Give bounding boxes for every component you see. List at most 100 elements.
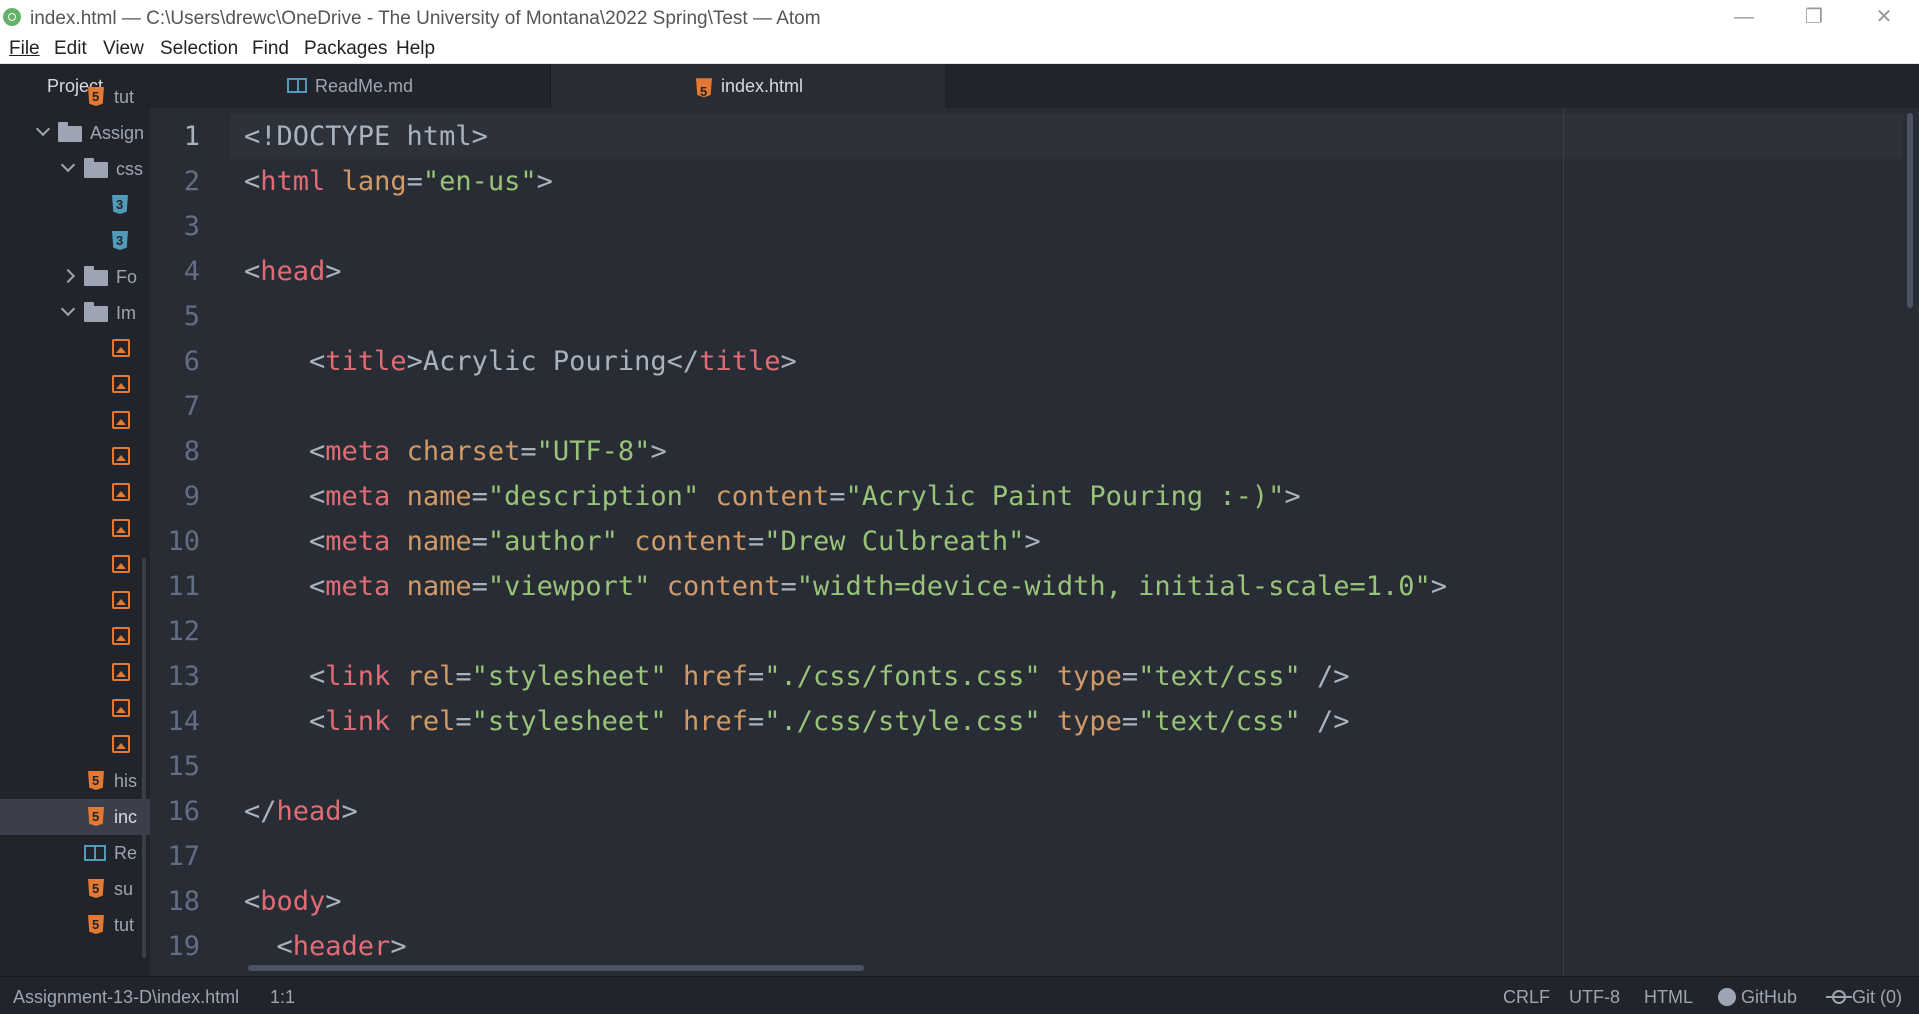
code-line[interactable]: <meta name="author" content="Drew Culbre…	[244, 519, 1041, 564]
code-line[interactable]: <link rel="stylesheet" href="./css/style…	[244, 699, 1350, 744]
tree-file[interactable]: su	[0, 871, 150, 907]
git-label: Git (0)	[1852, 987, 1903, 1007]
window-title: index.html — C:\Users\drewc\OneDrive - T…	[30, 8, 821, 29]
cursor-position-status[interactable]: 1:1	[270, 987, 295, 1008]
code-line[interactable]: <header>	[244, 924, 407, 969]
tree-file[interactable]: tut	[0, 79, 150, 115]
tab-index-html[interactable]: index.html	[551, 64, 945, 108]
vertical-scrollbar[interactable]	[1907, 113, 1913, 308]
chevron-down-icon[interactable]	[60, 301, 76, 317]
github-label: GitHub	[1741, 987, 1798, 1007]
tree-file[interactable]	[0, 403, 150, 439]
line-number: 6	[183, 346, 200, 377]
tree-folder[interactable]: Fo	[0, 259, 150, 295]
tree-file[interactable]: Re	[0, 835, 150, 871]
code-token: >	[1284, 481, 1301, 512]
file-path-status[interactable]: Assignment-13-D\index.html	[13, 987, 239, 1008]
tree-file[interactable]	[0, 187, 150, 223]
tree-file[interactable]	[0, 619, 150, 655]
code-line[interactable]: <head>	[244, 249, 342, 294]
git-status[interactable]: Git (0)	[1826, 987, 1903, 1008]
menu-find[interactable]: Find	[252, 38, 289, 60]
code-token: "Acrylic Paint Pouring :-)"	[845, 481, 1285, 512]
tree-file[interactable]: tut	[0, 907, 150, 943]
github-status[interactable]: GitHub	[1718, 987, 1797, 1008]
code-line[interactable]: </head>	[244, 789, 358, 834]
tree-file[interactable]	[0, 583, 150, 619]
code-token: />	[1300, 706, 1350, 737]
line-number-gutter[interactable]: 1 2 3 4 5 6 7 8 9 10 11 12 13 14 15 16 17 18 19	[150, 108, 230, 976]
line-ending-status[interactable]: CRLF	[1503, 987, 1550, 1008]
code-token: "stylesheet"	[471, 706, 667, 737]
code-line[interactable]: <meta charset="UTF-8">	[244, 429, 667, 474]
code-token: head	[260, 256, 326, 287]
tree-folder[interactable]: Im	[0, 295, 150, 331]
minimize-button[interactable]: —	[1709, 0, 1779, 34]
code-token: meta	[325, 571, 391, 602]
code-line[interactable]: <!DOCTYPE html>	[244, 114, 488, 159]
tree-file[interactable]	[0, 655, 150, 691]
code-token: >	[780, 346, 797, 377]
tab-readme[interactable]: ReadMe.md	[150, 64, 551, 108]
code-token: header	[292, 931, 391, 962]
code-token: <	[244, 886, 261, 917]
code-line[interactable]: <html lang="en-us">	[244, 159, 553, 204]
code-token: "text/css"	[1138, 706, 1301, 737]
chevron-down-icon[interactable]	[35, 121, 51, 137]
code-token: meta	[325, 526, 391, 557]
tree-file[interactable]	[0, 691, 150, 727]
horizontal-scrollbar[interactable]	[248, 965, 864, 971]
close-button[interactable]: ✕	[1849, 0, 1919, 34]
code-line[interactable]: <link rel="stylesheet" href="./css/fonts…	[244, 654, 1350, 699]
line-number: 9	[183, 481, 200, 512]
menu-selection[interactable]: Selection	[160, 38, 238, 60]
tree-file[interactable]	[0, 439, 150, 475]
tree-file[interactable]	[0, 511, 150, 547]
menu-view[interactable]: View	[103, 38, 144, 60]
tree-folder[interactable]: Assign	[0, 115, 150, 151]
tree-file[interactable]: inc	[0, 799, 150, 835]
code-line[interactable]: <meta name="viewport" content="width=dev…	[244, 564, 1447, 609]
code-token: "./css/style.css"	[764, 706, 1041, 737]
menu-find-label: Find	[252, 38, 289, 59]
tree-file[interactable]	[0, 367, 150, 403]
tree-file[interactable]: his	[0, 763, 150, 799]
tree-item-label: his	[114, 771, 138, 791]
tree-folder[interactable]: css	[0, 151, 150, 187]
menu-help[interactable]: Help	[396, 38, 435, 60]
code-line[interactable]: <body>	[244, 879, 342, 924]
code-token: meta	[325, 436, 391, 467]
chevron-right-icon[interactable]	[60, 268, 76, 284]
code-token: =	[471, 526, 488, 557]
tree-file[interactable]	[0, 727, 150, 763]
sidebar-scrollbar[interactable]	[142, 558, 146, 958]
code-token: <	[244, 706, 326, 737]
tree-file[interactable]	[0, 547, 150, 583]
tree-file[interactable]	[0, 223, 150, 259]
code-token: </	[244, 796, 277, 827]
code-line[interactable]: <title>Acrylic Pouring</title>	[244, 339, 797, 384]
code-token: =	[748, 661, 765, 692]
image-file-icon	[112, 483, 130, 501]
code-line[interactable]: <meta name="description" content="Acryli…	[244, 474, 1301, 519]
tree-file[interactable]	[0, 331, 150, 367]
chevron-down-icon[interactable]	[60, 157, 76, 173]
code-token: <	[244, 436, 326, 467]
code-editor[interactable]: 1 2 3 4 5 6 7 8 9 10 11 12 13 14 15 16 17 18 19 <!DOCTYPE …	[150, 108, 1919, 976]
tree-file[interactable]	[0, 475, 150, 511]
menu-edit[interactable]: Edit	[54, 38, 87, 60]
image-file-icon	[112, 735, 130, 753]
encoding-status[interactable]: UTF-8	[1569, 987, 1620, 1008]
github-icon	[1718, 988, 1736, 1006]
status-bar: Assignment-13-D\index.html 1:1 CRLF UTF-…	[0, 976, 1919, 1014]
image-file-icon	[112, 519, 130, 537]
menu-file[interactable]: File	[9, 38, 40, 60]
grammar-status[interactable]: HTML	[1644, 987, 1693, 1008]
html5-icon	[88, 807, 104, 826]
menu-packages[interactable]: Packages	[304, 38, 387, 60]
restore-button[interactable]: ❐	[1779, 0, 1849, 34]
line-number: 10	[167, 526, 200, 557]
